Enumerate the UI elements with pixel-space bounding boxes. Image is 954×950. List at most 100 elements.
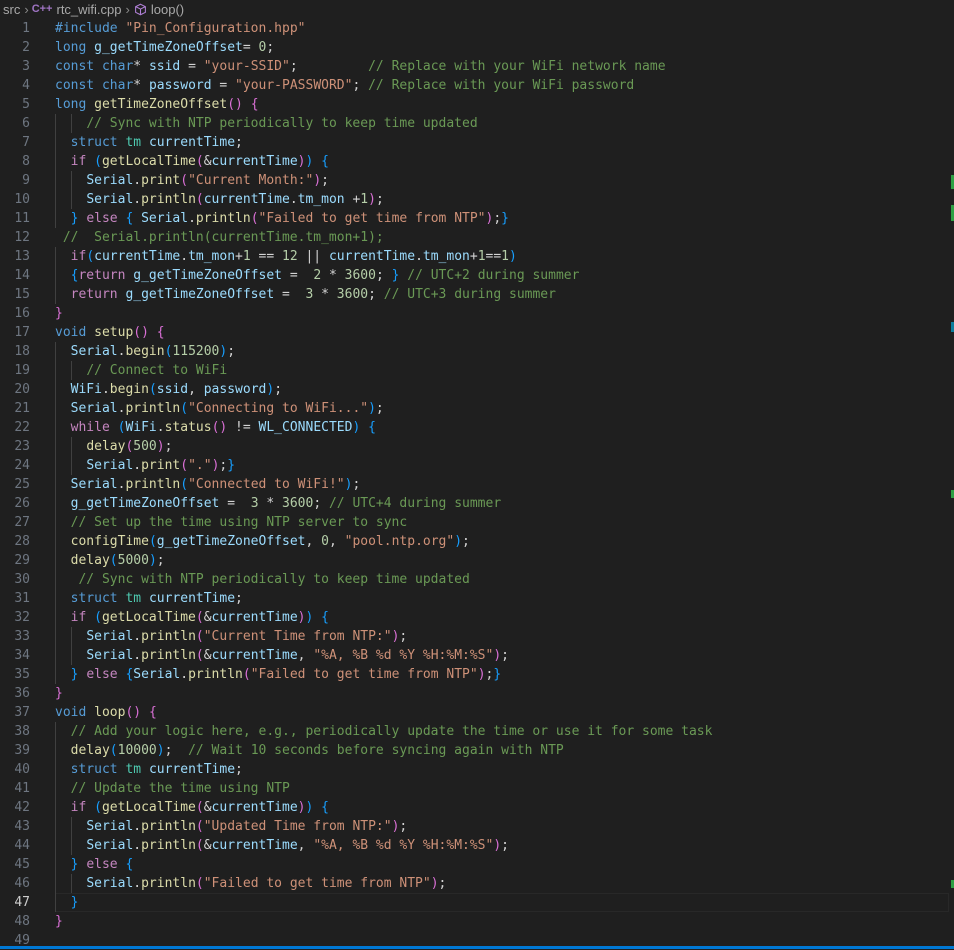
- code-token: WiFi: [125, 420, 157, 435]
- code-line[interactable]: 10 Serial.println(currentTime.tm_mon +1)…: [0, 190, 954, 209]
- code-token: Serial: [86, 458, 134, 473]
- breadcrumb-folder[interactable]: src: [3, 0, 20, 19]
- code-line[interactable]: 11 } else { Serial.println("Failed to ge…: [0, 209, 954, 228]
- code-text: // Update the time using NTP: [55, 779, 290, 798]
- code-token: ): [313, 173, 322, 188]
- code-line[interactable]: 23 delay(500);: [0, 437, 954, 456]
- code-line[interactable]: 16}: [0, 304, 954, 323]
- code-line[interactable]: 30 // Sync with NTP periodically to keep…: [0, 570, 954, 589]
- code-line[interactable]: 34 Serial.println(&currentTime, "%A, %B …: [0, 646, 954, 665]
- line-number: 10: [14, 192, 30, 207]
- code-token: ;: [156, 553, 165, 568]
- breadcrumb-symbol[interactable]: loop(): [151, 0, 184, 19]
- code-token: .: [133, 876, 142, 891]
- code-line[interactable]: 6 // Sync with NTP periodically to keep …: [0, 114, 954, 133]
- code-token: 10000: [117, 743, 157, 758]
- code-line[interactable]: 4 const char* password = "your-PASSWORD";…: [0, 76, 954, 95]
- code-line[interactable]: 18 Serial.begin(115200);: [0, 342, 954, 361]
- code-line[interactable]: 8 if (getLocalTime(&currentTime)) {: [0, 152, 954, 171]
- code-line[interactable]: 36}: [0, 684, 954, 703]
- code-line[interactable]: 42 if (getLocalTime(&currentTime)) {: [0, 798, 954, 817]
- code-token: "Failed to get time from NTP": [258, 211, 486, 226]
- line-number: 26: [14, 496, 30, 511]
- code-token: &: [203, 648, 212, 663]
- code-line[interactable]: 44 Serial.println(&currentTime, "%A, %B …: [0, 836, 954, 855]
- code-token: .: [133, 192, 142, 207]
- code-token: 5000: [117, 553, 149, 568]
- code-token: ;: [493, 211, 502, 226]
- code-text: Serial.println(&currentTime, "%A, %B %d …: [55, 646, 509, 665]
- code-token: .: [133, 629, 142, 644]
- code-editor[interactable]: 1 #include "Pin_Configuration.hpp" 2 long g…: [0, 19, 954, 949]
- code-line[interactable]: 5 long getTimeZoneOffset() {: [0, 95, 954, 114]
- code-line[interactable]: 41 // Update the time using NTP: [0, 779, 954, 798]
- code-line[interactable]: 1 #include "Pin_Configuration.hpp": [0, 19, 954, 38]
- line-number: 13: [14, 249, 30, 264]
- code-line[interactable]: 31 struct tm currentTime;: [0, 589, 954, 608]
- code-token: ;: [227, 344, 236, 359]
- code-line[interactable]: 35 } else {Serial.println("Failed to get…: [0, 665, 954, 684]
- code-token: "pool.ntp.org": [344, 534, 455, 549]
- code-token: (: [195, 648, 204, 663]
- code-line[interactable]: 21 Serial.println("Connecting to WiFi...…: [0, 399, 954, 418]
- code-token: (: [250, 211, 259, 226]
- code-line[interactable]: 43 Serial.println("Updated Time from NTP…: [0, 817, 954, 836]
- code-line[interactable]: 46 Serial.println("Failed to get time fr…: [0, 874, 954, 893]
- code-line[interactable]: 20 WiFi.begin(ssid, password);: [0, 380, 954, 399]
- code-line[interactable]: 25 Serial.println("Connected to WiFi!");: [0, 475, 954, 494]
- code-line[interactable]: 15 return g_getTimeZoneOffset = 3 * 3600…: [0, 285, 954, 304]
- code-line[interactable]: 22 while (WiFi.status() != WL_CONNECTED)…: [0, 418, 954, 437]
- code-line[interactable]: 26 g_getTimeZoneOffset = 3 * 3600; // UT…: [0, 494, 954, 513]
- code-line[interactable]: 2 long g_getTimeZoneOffset= 0;: [0, 38, 954, 57]
- code-line[interactable]: 37 void loop() {: [0, 703, 954, 722]
- code-line[interactable]: 40 struct tm currentTime;: [0, 760, 954, 779]
- code-line[interactable]: 24 Serial.print(".");}: [0, 456, 954, 475]
- code-line[interactable]: 45 } else {: [0, 855, 954, 874]
- code-line[interactable]: 32 if (getLocalTime(&currentTime)) {: [0, 608, 954, 627]
- code-token: status: [164, 420, 212, 435]
- code-line[interactable]: 28 configTime(g_getTimeZoneOffset, 0, "p…: [0, 532, 954, 551]
- code-token: .: [133, 173, 142, 188]
- line-number: 2: [22, 40, 30, 55]
- code-token: ,: [297, 648, 314, 663]
- code-line[interactable]: 14 {return g_getTimeZoneOffset = 2 * 360…: [0, 266, 954, 285]
- code-line[interactable]: 17 void setup() {: [0, 323, 954, 342]
- code-token: else: [86, 857, 118, 872]
- code-line[interactable]: 38 // Add your logic here, e.g., periodi…: [0, 722, 954, 741]
- code-line[interactable]: 27 // Set up the time using NTP server t…: [0, 513, 954, 532]
- code-token: *: [258, 496, 282, 511]
- code-token: configTime: [70, 534, 149, 549]
- code-line[interactable]: 19 // Connect to WiFi: [0, 361, 954, 380]
- code-token: (): [227, 97, 243, 112]
- breadcrumb-file[interactable]: rtc_wifi.cpp: [56, 0, 121, 19]
- code-line[interactable]: 9 Serial.print("Current Month:");: [0, 171, 954, 190]
- code-line[interactable]: 48}: [0, 912, 954, 931]
- line-number: 28: [14, 534, 30, 549]
- code-token: ;: [266, 40, 275, 55]
- code-token: 3600: [344, 268, 376, 283]
- code-text: Serial.println("Failed to get time from …: [55, 874, 446, 893]
- code-line[interactable]: 3 const char* ssid = "your-SSID"; // Repl…: [0, 57, 954, 76]
- code-token: (: [94, 610, 102, 625]
- code-token: (: [86, 249, 95, 264]
- code-line[interactable]: 12 // Serial.println(currentTime.tm_mon+…: [0, 228, 954, 247]
- code-text: }: [55, 893, 79, 912]
- code-token: ): [493, 648, 502, 663]
- code-line[interactable]: 13 if(currentTime.tm_mon+1 == 12 || curr…: [0, 247, 954, 266]
- code-line[interactable]: 33 Serial.println("Current Time from NTP…: [0, 627, 954, 646]
- code-text: {return g_getTimeZoneOffset = 2 * 3600; …: [55, 266, 580, 285]
- code-token: ): [477, 667, 486, 682]
- code-line[interactable]: 29 delay(5000);: [0, 551, 954, 570]
- code-token: (): [211, 420, 228, 435]
- code-token: (: [109, 743, 118, 758]
- code-token: (: [94, 800, 102, 815]
- code-token: currentTime: [148, 591, 236, 606]
- code-line[interactable]: 7 struct tm currentTime;: [0, 133, 954, 152]
- code-token: setup: [94, 325, 134, 340]
- code-line[interactable]: 39 delay(10000); // Wait 10 seconds befo…: [0, 741, 954, 760]
- code-line[interactable]: 47 }: [0, 893, 954, 912]
